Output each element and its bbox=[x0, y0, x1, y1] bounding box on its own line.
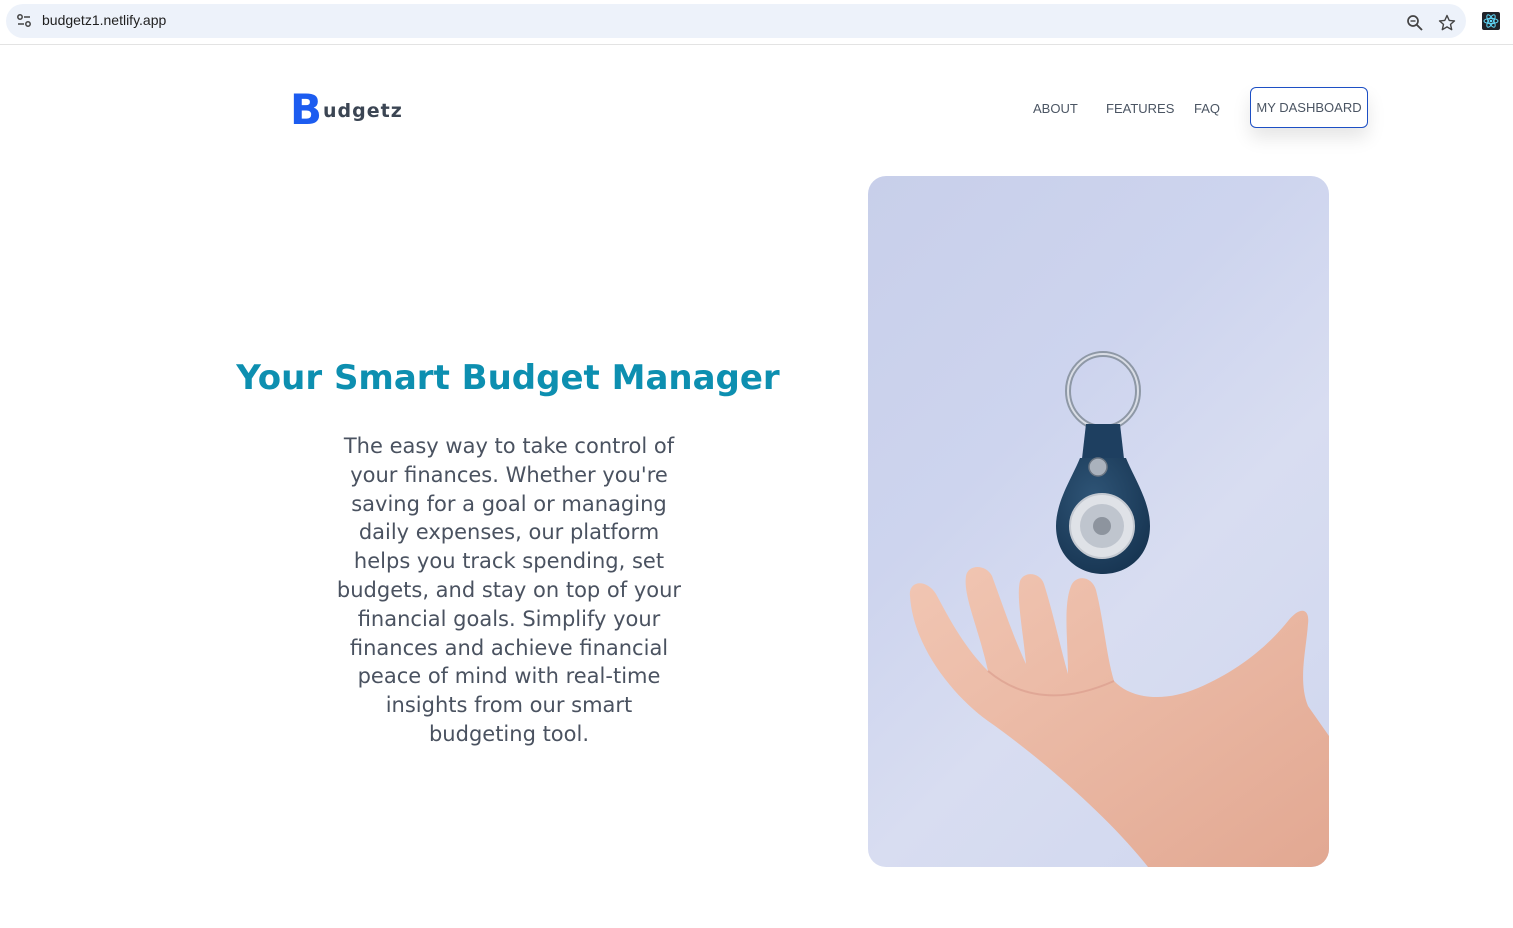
site-info-icon[interactable] bbox=[15, 12, 33, 30]
nav-link-features[interactable]: FEATURES bbox=[1106, 101, 1174, 116]
hero-description: The easy way to take control of your fin… bbox=[336, 434, 682, 746]
nav-link-faq[interactable]: FAQ bbox=[1194, 101, 1220, 116]
airtag-hand-illustration bbox=[909, 351, 1329, 867]
zoom-icon[interactable] bbox=[1406, 14, 1424, 32]
hand bbox=[909, 567, 1329, 867]
nav-link-about[interactable]: ABOUT bbox=[1033, 101, 1078, 116]
address-bar[interactable]: budgetz1.netlify.app bbox=[6, 4, 1466, 38]
hero-image bbox=[868, 176, 1329, 867]
star-icon[interactable] bbox=[1438, 14, 1456, 32]
my-dashboard-button[interactable]: MY DASHBOARD bbox=[1250, 87, 1368, 128]
hero-title: Your Smart Budget Manager bbox=[236, 358, 780, 398]
logo-initial: B bbox=[290, 85, 323, 134]
url-text[interactable]: budgetz1.netlify.app bbox=[42, 12, 166, 28]
browser-toolbar: budgetz1.netlify.app bbox=[0, 0, 1513, 45]
react-extension-icon[interactable] bbox=[1482, 12, 1500, 30]
logo-wordmark: udgetz bbox=[323, 100, 403, 122]
brand-logo[interactable]: B udgetz bbox=[290, 85, 403, 134]
